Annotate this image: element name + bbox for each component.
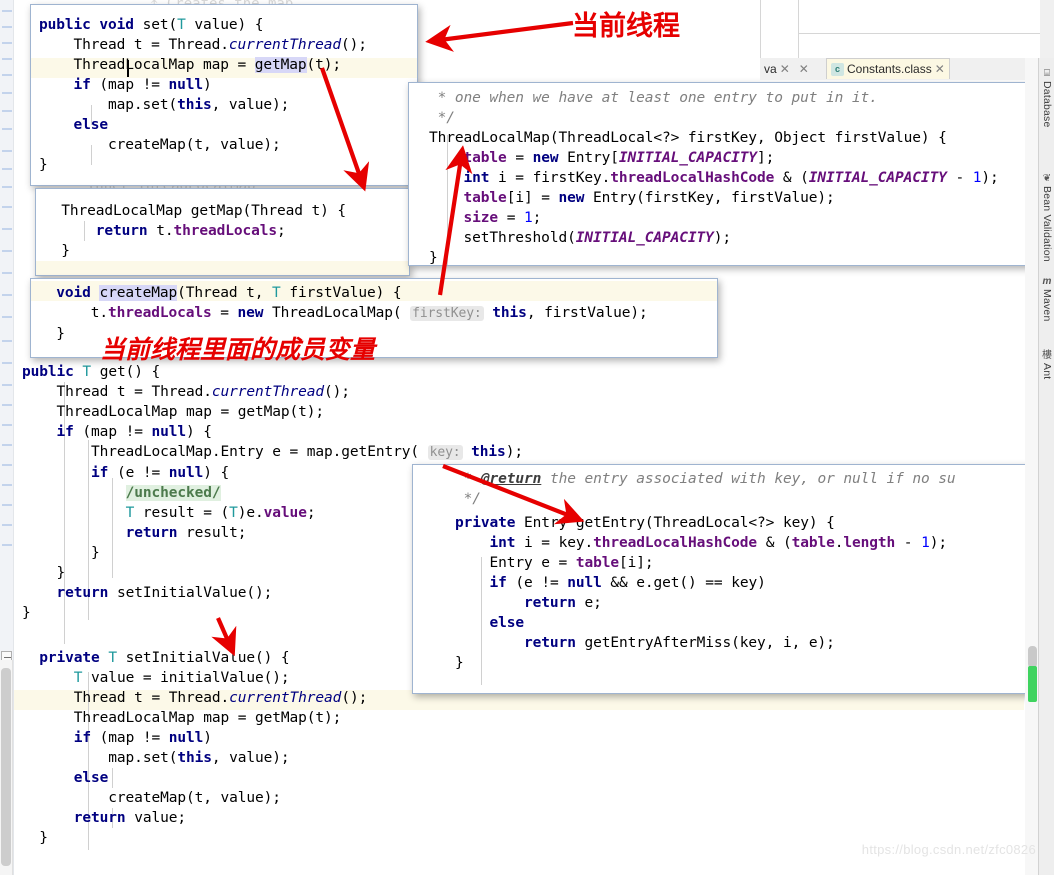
editor-scrollbar-thumb[interactable] xyxy=(1028,646,1037,668)
tab-partial[interactable]: va ✕ ✕ xyxy=(760,58,813,79)
right-tool-sidebar[interactable]: ⌸ Database ❦ Bean Validation m Maven 樓 A… xyxy=(1038,58,1054,875)
close-icon[interactable]: ✕ xyxy=(799,62,809,76)
popup-getmap-method[interactable]: ThreadLocalMap getMap(Thread t) { return… xyxy=(35,188,410,276)
editor-vertical-scrollbar-track[interactable] xyxy=(1025,58,1038,875)
close-icon[interactable]: ✕ xyxy=(935,62,945,76)
maven-icon: m xyxy=(1042,276,1052,287)
panel-divider xyxy=(798,0,799,58)
popup-set-method[interactable]: public void set(T value) { Thread t = Th… xyxy=(30,4,418,186)
text-caret xyxy=(127,60,129,77)
popup-ctor-code[interactable]: ThreadLocalMap(ThreadLocal<?> firstKey, … xyxy=(429,128,999,265)
note-member-variable: 当前线程里面的成员变量 xyxy=(100,335,376,364)
sidebar-item-ant[interactable]: 樓 Ant xyxy=(1039,350,1054,379)
sidebar-item-label: Bean Validation xyxy=(1041,186,1053,262)
ant-icon: 樓 xyxy=(1042,350,1052,361)
class-file-icon: c xyxy=(831,62,844,76)
tab-constants-class[interactable]: c Constants.class ✕ xyxy=(826,58,950,79)
editor-tab-bar[interactable]: va ✕ ✕ c Constants.class ✕ xyxy=(760,58,1040,80)
bean-validation-icon: ❦ xyxy=(1042,173,1052,184)
close-icon[interactable]: ✕ xyxy=(780,62,790,76)
sidebar-item-label: Maven xyxy=(1041,289,1053,322)
popup-ctor-doc: * one when we have at least one entry to… xyxy=(437,90,878,126)
watermark: https://blog.csdn.net/zfc0826 xyxy=(861,842,1036,857)
sidebar-item-label: Ant xyxy=(1041,363,1053,380)
sidebar-item-bean-validation[interactable]: ❦ Bean Validation xyxy=(1039,173,1054,262)
popup-getentry-code[interactable]: private Entry getEntry(ThreadLocal<?> ke… xyxy=(455,513,947,673)
sidebar-item-database[interactable]: ⌸ Database xyxy=(1039,68,1054,128)
database-icon: ⌸ xyxy=(1044,68,1050,79)
sidebar-item-label: Database xyxy=(1041,81,1053,128)
ide-window: * Creates the map * Inner ThreadLocalMap… xyxy=(0,0,1054,875)
note-current-thread: 当前线程 xyxy=(572,11,680,42)
popup-getentry-method[interactable]: * @return the entry associated with key,… xyxy=(412,464,1042,694)
popup-getentry-doc: * @return the entry associated with key,… xyxy=(455,471,956,507)
panel-divider xyxy=(798,33,1040,34)
tab-label: va xyxy=(764,61,777,76)
panel-divider xyxy=(760,0,761,58)
editor-code-setinitialvalue-method[interactable]: private T setInitialValue() { T value = … xyxy=(22,648,367,848)
popup-threadlocalmap-constructor[interactable]: * one when we have at least one entry to… xyxy=(408,82,1036,266)
scrollbar-error-marker[interactable] xyxy=(1028,666,1037,702)
popup-bottom-highlight xyxy=(36,261,409,275)
tab-label: Constants.class xyxy=(847,62,932,76)
popup-getmap-code[interactable]: ThreadLocalMap getMap(Thread t) { return… xyxy=(44,201,346,261)
left-scrollbar-thumb[interactable] xyxy=(1,668,11,866)
popup-set-code[interactable]: public void set(T value) { Thread t = Th… xyxy=(39,15,367,175)
sidebar-item-maven[interactable]: m Maven xyxy=(1039,276,1054,322)
